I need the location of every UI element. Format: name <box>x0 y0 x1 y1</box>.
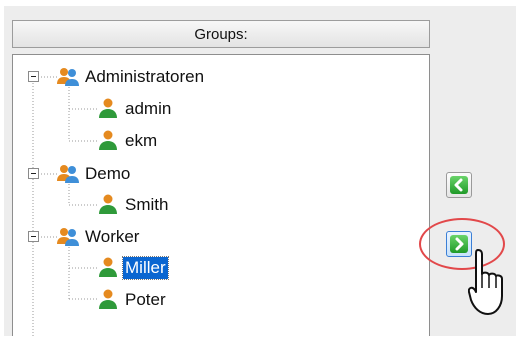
groups-tree[interactable]: Administratoren admin ekm Demo Smith Wor… <box>12 54 430 337</box>
tree-node-smith[interactable]: Smith <box>125 194 168 216</box>
move-left-button[interactable] <box>446 172 472 198</box>
tree-node-administratoren[interactable]: Administratoren <box>85 66 204 88</box>
tree-node-ekm[interactable]: ekm <box>125 130 157 152</box>
tree-node-poter[interactable]: Poter <box>125 289 166 311</box>
user-icon <box>99 130 117 150</box>
user-icon <box>99 194 117 214</box>
group-icon <box>57 165 79 183</box>
user-icon <box>99 289 117 309</box>
tree-lines <box>32 76 97 337</box>
collapse-administratoren[interactable] <box>28 71 39 82</box>
collapse-worker[interactable] <box>28 231 39 242</box>
chevron-left-icon <box>454 178 463 192</box>
user-icon <box>99 257 117 277</box>
tree-node-admin[interactable]: admin <box>125 98 171 120</box>
tree-node-worker[interactable]: Worker <box>85 226 139 248</box>
tree-node-miller[interactable]: Miller <box>122 256 169 280</box>
tree-node-demo[interactable]: Demo <box>85 163 130 185</box>
group-icon <box>57 228 79 246</box>
window: Groups: Administratoren admin ekm Demo S… <box>0 0 521 337</box>
group-icon <box>57 68 79 86</box>
groups-header: Groups: <box>12 20 430 48</box>
user-icon <box>99 98 117 118</box>
collapse-demo[interactable] <box>28 168 39 179</box>
groups-header-label: Groups: <box>194 25 248 43</box>
hand-cursor-icon <box>468 249 503 315</box>
